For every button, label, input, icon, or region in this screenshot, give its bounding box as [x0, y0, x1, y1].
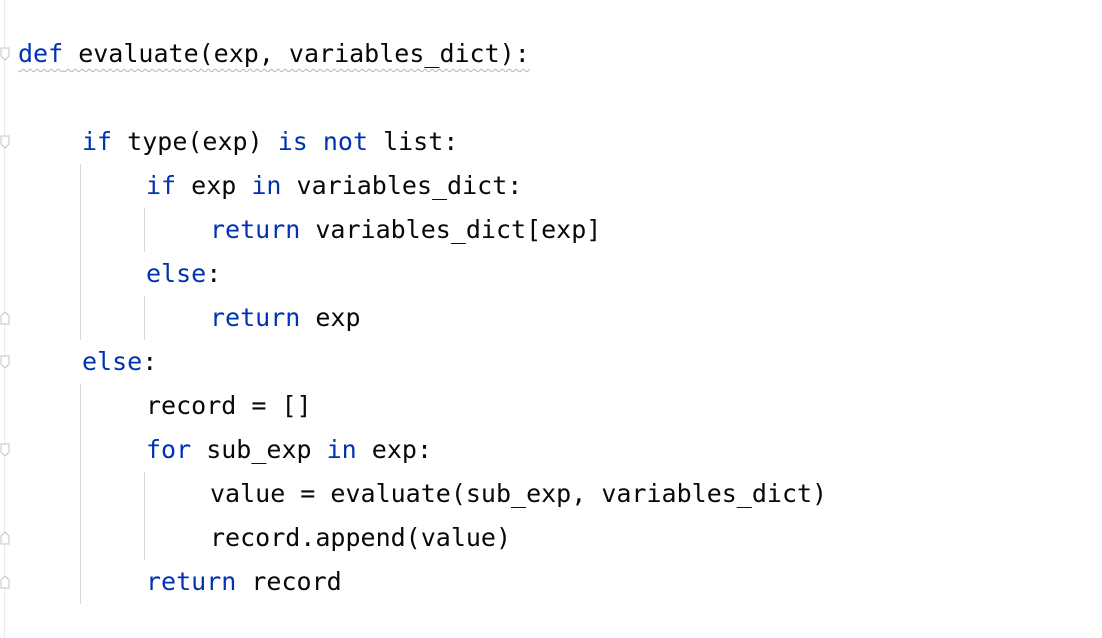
- code-text: record.append(value): [210, 523, 512, 552]
- code-text: variables_dict:: [281, 171, 523, 200]
- keyword-else: else: [82, 347, 143, 376]
- indent-guide: [144, 472, 145, 560]
- code-line[interactable]: for sub_exp in exp:: [146, 428, 432, 472]
- code-line[interactable]: else:: [82, 340, 157, 384]
- code-text: sub_exp: [191, 435, 327, 464]
- code-line[interactable]: value = evaluate(sub_exp, variables_dict…: [210, 472, 827, 516]
- code-text: record: [236, 567, 342, 596]
- code-line[interactable]: def evaluate(exp, variables_dict):: [18, 32, 530, 76]
- code-line[interactable]: if type(exp) is not list:: [82, 120, 458, 164]
- indent-guide: [144, 208, 145, 252]
- code-line[interactable]: return exp: [210, 296, 361, 340]
- keyword-def: def: [18, 39, 64, 68]
- keyword-is: is: [277, 127, 308, 156]
- keyword-for: for: [146, 435, 192, 464]
- fold-open-icon[interactable]: [0, 47, 10, 61]
- keyword-if: if: [82, 127, 113, 156]
- indent-guide: [80, 384, 81, 604]
- keyword-return: return: [210, 215, 301, 244]
- code-editor[interactable]: def evaluate(exp, variables_dict): if ty…: [0, 0, 1102, 638]
- keyword-return: return: [146, 567, 237, 596]
- keyword-in: in: [251, 171, 282, 200]
- keyword-else: else: [146, 259, 207, 288]
- code-text: type(exp): [112, 127, 278, 156]
- fold-close-icon[interactable]: [0, 575, 10, 589]
- keyword-return: return: [210, 303, 301, 332]
- code-line[interactable]: return record: [146, 560, 342, 604]
- code-text: exp: [300, 303, 361, 332]
- code-line[interactable]: else:: [146, 252, 221, 296]
- code-text: :: [206, 259, 222, 288]
- fold-close-icon[interactable]: [0, 531, 10, 545]
- keyword-in: in: [326, 435, 357, 464]
- code-text: value = evaluate(sub_exp, variables_dict…: [210, 479, 828, 508]
- code-text: variables_dict[exp]: [300, 215, 602, 244]
- fold-open-icon[interactable]: [0, 443, 10, 457]
- code-line[interactable]: record = []: [146, 384, 312, 428]
- code-text: list:: [368, 127, 459, 156]
- code-text: exp: [176, 171, 252, 200]
- code-text: evaluate(exp, variables_dict):: [63, 39, 530, 68]
- code-text: exp:: [356, 435, 432, 464]
- code-text: :: [142, 347, 158, 376]
- fold-close-icon[interactable]: [0, 311, 10, 325]
- keyword-not: not: [322, 127, 369, 156]
- fold-open-icon[interactable]: [0, 355, 10, 369]
- code-text: record = []: [146, 391, 312, 420]
- code-line[interactable]: record.append(value): [210, 516, 511, 560]
- code-line[interactable]: return variables_dict[exp]: [210, 208, 601, 252]
- code-line[interactable]: if exp in variables_dict:: [146, 164, 522, 208]
- fold-open-icon[interactable]: [0, 135, 10, 149]
- keyword-if: if: [146, 171, 177, 200]
- indent-guide: [80, 164, 81, 340]
- indent-guide: [144, 296, 145, 340]
